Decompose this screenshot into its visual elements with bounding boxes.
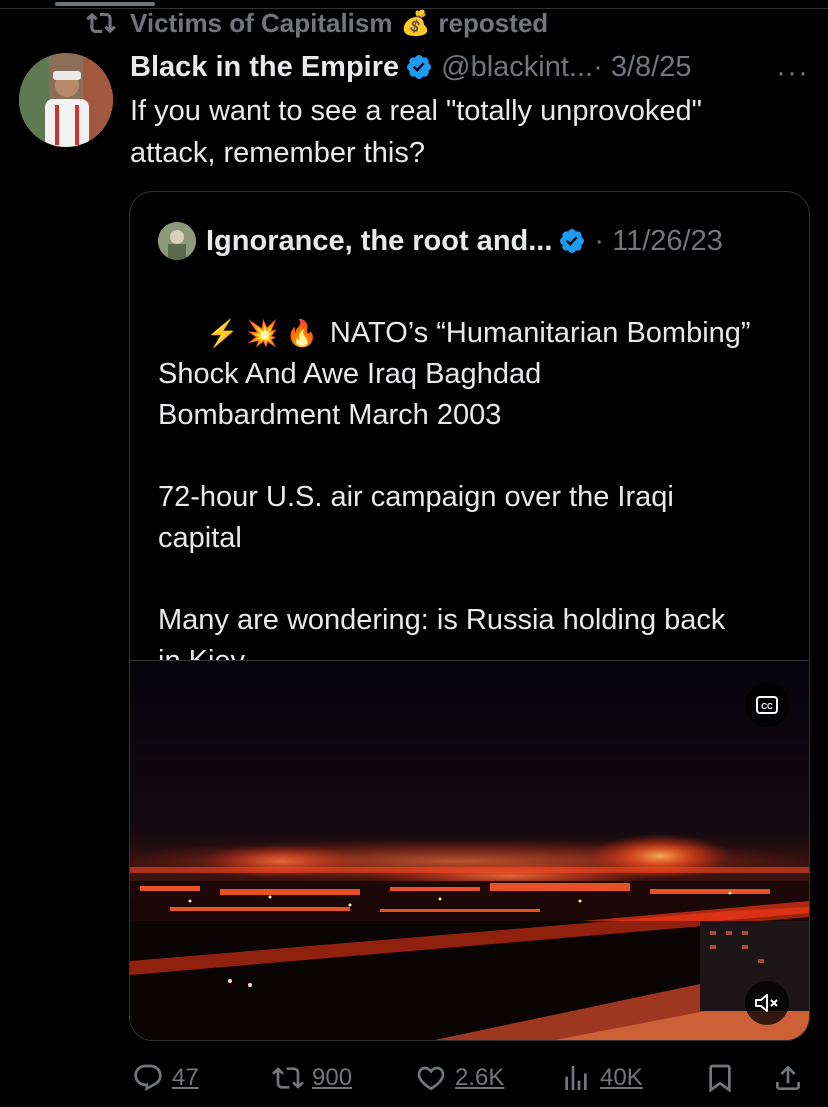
repost-button[interactable]: 900 <box>272 1058 352 1098</box>
verified-badge-icon <box>560 229 585 253</box>
quoted-emojis: ⚡ 💥 🔥 <box>206 318 318 348</box>
share-icon <box>776 1065 800 1090</box>
quoted-tweet-header: Ignorance, the root and... · 11/26/23 <box>158 220 723 262</box>
like-button[interactable]: 2.6K <box>415 1058 504 1098</box>
closed-captions-icon: CC <box>756 696 778 714</box>
views-count: 40K <box>600 1064 643 1091</box>
action-bar: 47 900 2.6K 40K <box>0 1058 828 1098</box>
share-button[interactable] <box>772 1058 812 1098</box>
analytics-icon <box>565 1066 587 1090</box>
repost-label: reposted <box>438 7 549 38</box>
author-handle[interactable]: @blackint... <box>441 51 593 84</box>
more-options-button[interactable]: ··· <box>776 56 809 90</box>
money-bag-emoji: 💰 <box>400 9 431 37</box>
muted-speaker-icon <box>755 994 778 1012</box>
avatar-image <box>19 53 113 147</box>
quoted-author-name[interactable]: Ignorance, the root and... <box>206 225 552 258</box>
author-name[interactable]: Black in the Empire <box>130 51 399 84</box>
closed-captions-button[interactable]: CC <box>745 683 789 727</box>
tweet-date[interactable]: · 3/8/25 <box>593 51 691 84</box>
quoted-tweet-text: NATO’s “Humanitarian Bombing” Shock And … <box>158 317 751 677</box>
quoted-tweet[interactable]: Ignorance, the root and... · 11/26/23 ⚡ … <box>129 191 810 1041</box>
bookmark-icon <box>709 1064 731 1093</box>
video-frame <box>130 661 809 1040</box>
bookmark-button[interactable] <box>704 1058 744 1098</box>
quoted-tweet-date[interactable]: · 11/26/23 <box>594 225 722 258</box>
views-button[interactable]: 40K <box>560 1058 643 1098</box>
avatar[interactable] <box>19 53 113 147</box>
svg-text:CC: CC <box>761 702 773 711</box>
reposter-name[interactable]: Victims of Capitalism <box>130 8 393 39</box>
tweet-header: Black in the Empire @blackint... · 3/8/2… <box>130 46 691 88</box>
reply-button[interactable]: 47 <box>132 1058 199 1098</box>
repost-context[interactable]: Victims of Capitalism 💰 reposted <box>86 6 548 40</box>
tweet-text: If you want to see a real "totally unpro… <box>130 95 702 169</box>
quoted-tweet-body: ⚡ 💥 🔥 NATO’s “Humanitarian Bombing” Shock… <box>158 272 803 723</box>
video-player[interactable]: CC <box>130 660 809 1040</box>
like-count: 2.6K <box>455 1064 505 1091</box>
repost-icon <box>272 1067 304 1089</box>
repost-icon <box>86 12 116 34</box>
verified-badge-icon <box>407 55 432 79</box>
repost-count: 900 <box>312 1064 353 1091</box>
reply-count: 47 <box>172 1064 199 1091</box>
quoted-avatar <box>158 222 196 260</box>
reply-icon <box>134 1064 162 1091</box>
heart-icon <box>417 1066 445 1091</box>
mute-toggle-button[interactable] <box>745 981 789 1025</box>
